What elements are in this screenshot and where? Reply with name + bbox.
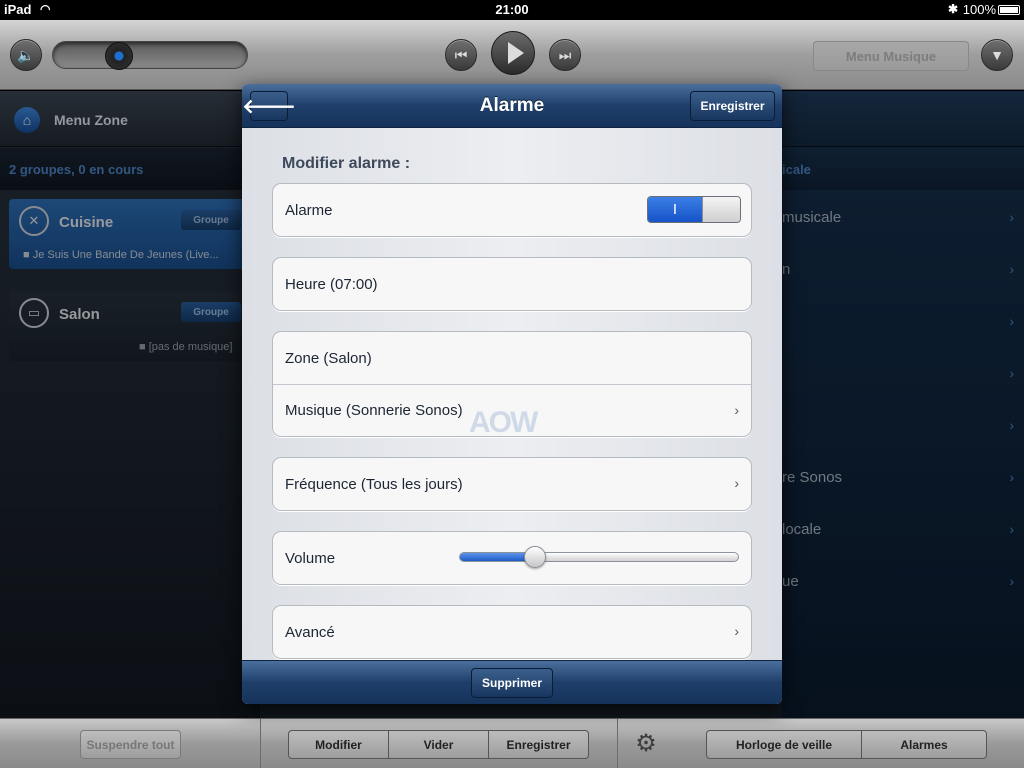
watermark-logo: AOW: [469, 406, 538, 439]
alarm-dialog: 🡐 Alarme Enregistrer Modifier alarme : A…: [242, 84, 782, 704]
volume-row: Volume: [273, 532, 751, 584]
bottom-toolbar: Suspendre tout Modifier Vider Enregistre…: [0, 718, 1024, 768]
dialog-header: 🡐 Alarme Enregistrer: [242, 84, 782, 128]
volume-label: Volume: [285, 549, 336, 567]
gear-icon[interactable]: ⚙: [632, 730, 660, 758]
clear-button[interactable]: Vider: [388, 730, 489, 759]
volume-group: Volume: [272, 531, 752, 585]
battery-icon: [998, 5, 1020, 15]
time-label: Heure (07:00): [285, 275, 378, 293]
master-volume-slider[interactable]: [52, 41, 248, 70]
alarm-row: Alarme I: [273, 184, 751, 236]
clock: 21:00: [495, 2, 529, 17]
modify-button[interactable]: Modifier: [288, 730, 389, 759]
volume-knob[interactable]: [105, 42, 133, 70]
sleep-timer-button[interactable]: Horloge de veille: [706, 730, 862, 759]
zone-row[interactable]: Zone (Salon): [273, 332, 751, 384]
battery-percent: 100%: [962, 2, 996, 17]
delete-button[interactable]: Supprimer: [471, 668, 553, 698]
status-bar: iPad ◠ 21:00 ✱ 100%: [0, 0, 1024, 20]
time-row[interactable]: Heure (07:00): [273, 258, 751, 310]
alarms-button[interactable]: Alarmes: [861, 730, 987, 759]
alarm-toggle[interactable]: I: [647, 196, 741, 223]
alarm-label: Alarme: [285, 201, 333, 219]
volume-thumb[interactable]: [524, 546, 546, 568]
advanced-group: Avancé ›: [272, 605, 752, 659]
frequency-group: Fréquence (Tous les jours) ›: [272, 457, 752, 511]
chevron-right-icon: ›: [734, 623, 739, 639]
chevron-down-icon[interactable]: ▼: [981, 39, 1013, 71]
save-button[interactable]: Enregistrer: [690, 91, 775, 121]
menu-music-button[interactable]: Menu Musique: [813, 41, 969, 71]
section-title: Modifier alarme :: [282, 155, 411, 172]
frequency-label: Fréquence (Tous les jours): [285, 475, 463, 493]
chevron-right-icon: ›: [734, 402, 739, 418]
zone-label: Zone (Salon): [285, 349, 372, 367]
volume-slider[interactable]: [459, 546, 739, 568]
play-button[interactable]: [491, 31, 535, 75]
transport-bar: 🔈 ⏮ ⏭ Menu Musique ▼: [0, 20, 1024, 90]
save-queue-button[interactable]: Enregistrer: [488, 730, 589, 759]
alarm-toggle-group: Alarme I: [272, 183, 752, 237]
toggle-on-side: I: [648, 197, 702, 222]
advanced-row[interactable]: Avancé ›: [273, 606, 751, 658]
suspend-all-button[interactable]: Suspendre tout: [80, 730, 181, 759]
dialog-footer: Supprimer: [242, 660, 782, 704]
advanced-label: Avancé: [285, 623, 335, 641]
bluetooth-icon: ✱: [947, 2, 958, 16]
time-group: Heure (07:00): [272, 257, 752, 311]
speaker-icon[interactable]: 🔈: [10, 39, 42, 71]
next-track-icon[interactable]: ⏭: [549, 39, 581, 71]
previous-track-icon[interactable]: ⏮: [445, 39, 477, 71]
toolbar-divider: [260, 719, 261, 768]
frequency-row[interactable]: Fréquence (Tous les jours) ›: [273, 458, 751, 510]
toggle-thumb: [702, 197, 740, 222]
toolbar-divider: [617, 719, 618, 768]
music-label: Musique (Sonnerie Sonos): [285, 402, 463, 419]
dialog-body: Modifier alarme : Alarme I Heure (07:00)…: [242, 128, 782, 660]
chevron-right-icon: ›: [734, 475, 739, 491]
